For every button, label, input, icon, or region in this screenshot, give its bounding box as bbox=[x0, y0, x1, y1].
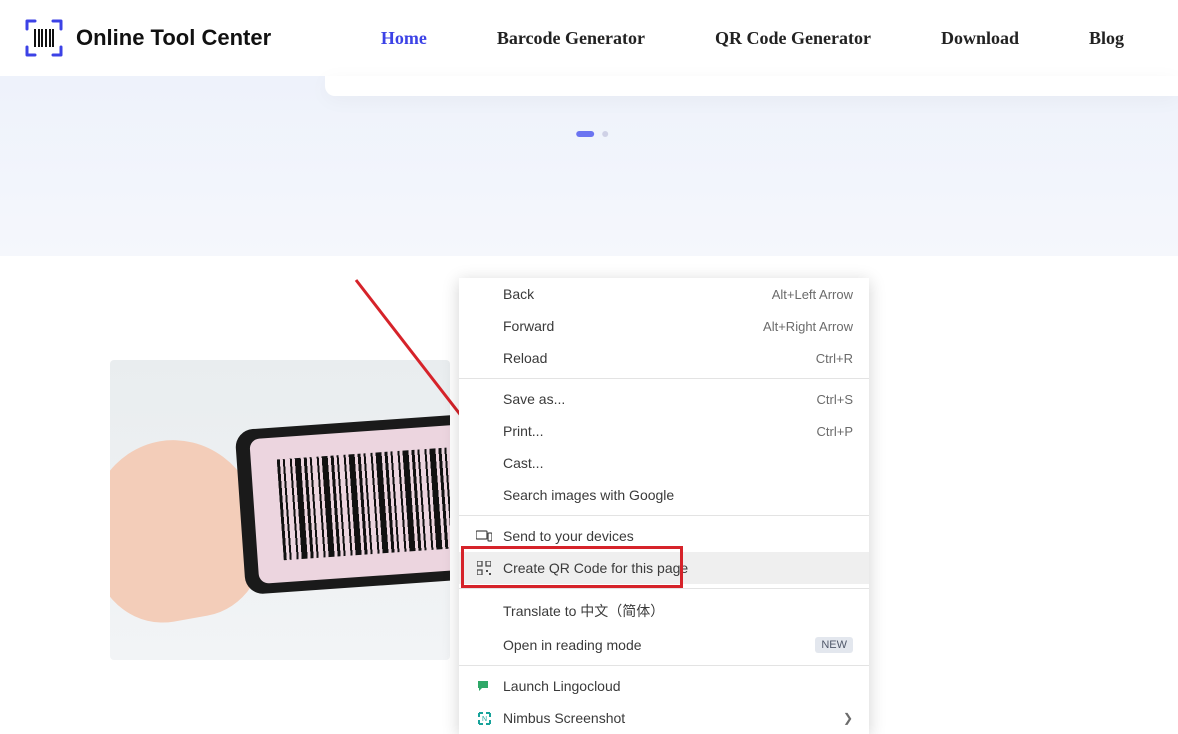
nav-blog[interactable]: Blog bbox=[1089, 28, 1124, 49]
context-menu: Back Alt+Left Arrow Forward Alt+Right Arrow… bbox=[459, 278, 869, 734]
context-menu-label: Send to your devices bbox=[503, 528, 853, 544]
nav-download[interactable]: Download bbox=[941, 28, 1019, 49]
context-menu-label: Back bbox=[503, 286, 762, 302]
context-menu-label: Nimbus Screenshot bbox=[503, 710, 833, 726]
context-menu-shortcut: Alt+Left Arrow bbox=[772, 287, 853, 302]
context-menu-item[interactable]: Search images with Google bbox=[459, 479, 869, 511]
logo-text: Online Tool Center bbox=[76, 25, 271, 51]
context-menu-item[interactable]: Back Alt+Left Arrow bbox=[459, 278, 869, 310]
barcode-icon bbox=[277, 445, 450, 561]
context-menu-label: Reload bbox=[503, 350, 806, 366]
nav-barcode-generator[interactable]: Barcode Generator bbox=[497, 28, 645, 49]
context-menu-item[interactable]: Launch Lingocloud bbox=[459, 670, 869, 702]
context-menu-label: Save as... bbox=[503, 391, 807, 407]
context-menu-item[interactable]: Save as... Ctrl+S bbox=[459, 383, 869, 415]
feature-image bbox=[110, 360, 450, 660]
lingo-icon bbox=[475, 680, 493, 693]
context-menu-item[interactable]: Open in reading mode NEW bbox=[459, 629, 869, 661]
main-nav: Home Barcode Generator QR Code Generator… bbox=[381, 28, 1124, 49]
context-menu-label: Print... bbox=[503, 423, 807, 439]
nav-qr-generator[interactable]: QR Code Generator bbox=[715, 28, 871, 49]
site-header: Online Tool Center Home Barcode Generato… bbox=[0, 0, 1178, 76]
context-menu-item[interactable]: Forward Alt+Right Arrow bbox=[459, 310, 869, 342]
site-logo[interactable]: Online Tool Center bbox=[24, 18, 271, 58]
context-menu-item[interactable]: Translate to 中文（简体） bbox=[459, 593, 869, 629]
carousel-dots[interactable] bbox=[576, 131, 608, 137]
chevron-right-icon: ❯ bbox=[843, 711, 853, 725]
context-menu-item[interactable]: Create QR Code for this page bbox=[459, 552, 869, 584]
nimbus-icon: N bbox=[475, 711, 493, 726]
context-menu-label: Open in reading mode bbox=[503, 637, 799, 653]
devices-icon bbox=[475, 530, 493, 542]
context-menu-item[interactable]: Send to your devices bbox=[459, 520, 869, 552]
context-menu-item[interactable]: N Nimbus Screenshot ❯ bbox=[459, 702, 869, 734]
context-menu-label: Translate to 中文（简体） bbox=[503, 601, 853, 621]
context-menu-item[interactable]: Cast... bbox=[459, 447, 869, 479]
carousel-dot-active[interactable] bbox=[576, 131, 594, 137]
context-menu-label: Cast... bbox=[503, 455, 853, 471]
hero-card-edge bbox=[325, 76, 1178, 96]
context-menu-label: Forward bbox=[503, 318, 753, 334]
carousel-dot[interactable] bbox=[602, 131, 608, 137]
context-menu-shortcut: Ctrl+S bbox=[817, 392, 853, 407]
nav-home[interactable]: Home bbox=[381, 28, 427, 49]
context-menu-shortcut: Alt+Right Arrow bbox=[763, 319, 853, 334]
context-menu-label: Launch Lingocloud bbox=[503, 678, 853, 694]
context-menu-shortcut: Ctrl+P bbox=[817, 424, 853, 439]
barcode-logo-icon bbox=[24, 18, 64, 58]
context-menu-item[interactable]: Print... Ctrl+P bbox=[459, 415, 869, 447]
context-menu-label: Search images with Google bbox=[503, 487, 853, 503]
hero-section bbox=[0, 76, 1178, 256]
context-menu-label: Create QR Code for this page bbox=[503, 560, 853, 576]
new-badge: NEW bbox=[815, 637, 853, 653]
context-menu-shortcut: Ctrl+R bbox=[816, 351, 853, 366]
qr-icon bbox=[475, 561, 493, 575]
context-menu-item[interactable]: Reload Ctrl+R bbox=[459, 342, 869, 374]
svg-text:N: N bbox=[481, 716, 486, 723]
